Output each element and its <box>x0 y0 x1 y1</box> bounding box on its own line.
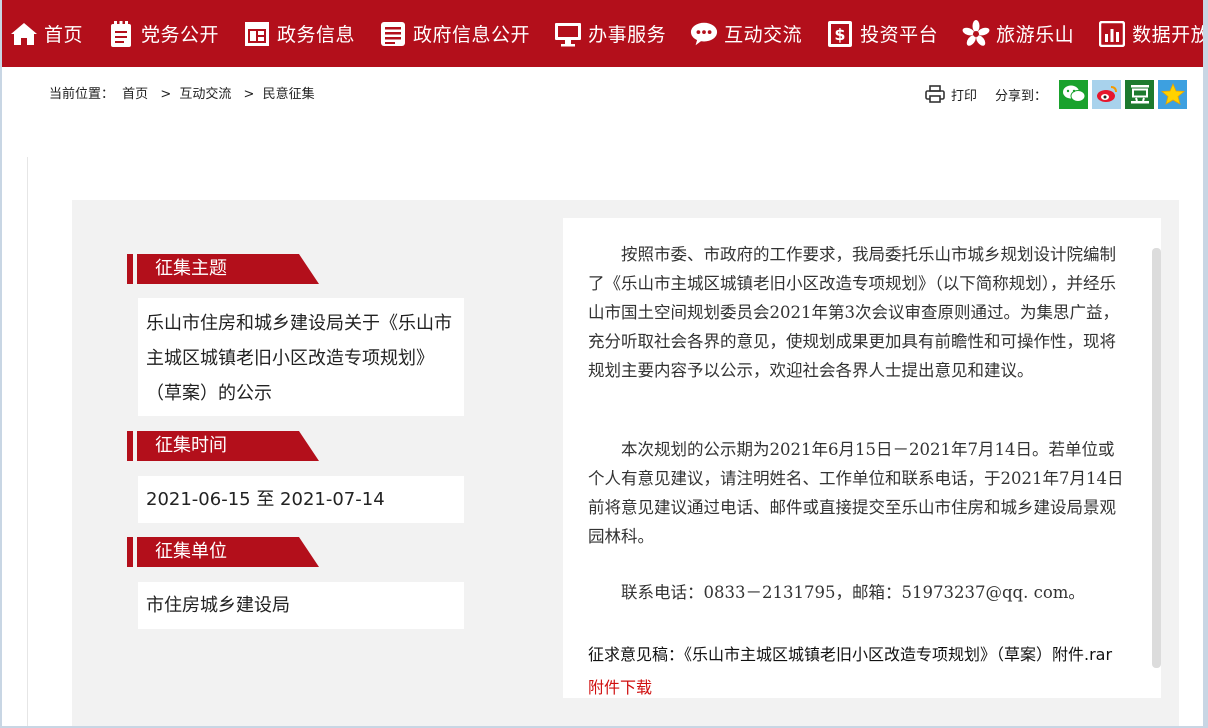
page-tools: 打印 分享到： <box>925 78 1187 110</box>
wechat-icon <box>1062 85 1085 102</box>
section-body-topic: 乐山市住房和城乡建设局关于《乐山市主城区城镇老旧小区改造专项规划》（草案）的公示 <box>138 298 464 416</box>
section-title: 征集单位 <box>137 537 319 567</box>
list-document-icon <box>379 20 407 48</box>
breadcrumb-prefix: 当前位置： <box>49 87 115 102</box>
breadcrumb-item-home[interactable]: 首页 <box>122 87 148 102</box>
share-weibo-button[interactable] <box>1092 79 1121 109</box>
qzone-star-icon <box>1160 83 1185 105</box>
bar-chart-icon <box>1098 20 1126 48</box>
section-header-bar <box>127 537 133 567</box>
nav-item-gov-disclosure[interactable]: 政府信息公开 <box>379 0 530 67</box>
nav-item-services[interactable]: 办事服务 <box>554 0 666 67</box>
nav-label: 政务信息 <box>277 24 356 46</box>
breadcrumb-separator: > <box>243 87 255 102</box>
share-wechat-button[interactable] <box>1059 79 1088 109</box>
share-label: 分享到： <box>994 88 1047 104</box>
monitor-icon <box>554 20 582 48</box>
article-paragraph: 本次规划的公示期为2021年6月15日－2021年7月14日。若单位或个人有意见… <box>588 440 1124 546</box>
notepad-icon <box>107 20 135 48</box>
section-body-time: 2021-06-15 至 2021-07-14 <box>138 476 464 523</box>
nav-label: 党务公开 <box>141 24 220 46</box>
section-title: 征集时间 <box>137 431 319 461</box>
nav-label: 互动交流 <box>724 24 803 46</box>
article-scrollbar[interactable] <box>1152 248 1161 668</box>
attachment-download-link[interactable]: 附件下载 <box>588 678 652 697</box>
window-layout-icon <box>243 20 271 48</box>
flower-icon <box>962 19 990 48</box>
content-divider <box>27 157 28 726</box>
content-panel: 征集主题 乐山市住房和城乡建设局关于《乐山市主城区城镇老旧小区改造专项规划》（草… <box>72 200 1179 726</box>
nav-label: 首页 <box>44 24 84 46</box>
section-title: 征集主题 <box>137 254 319 284</box>
attachment-line: 征求意见稿：《乐山市主城区城镇老旧小区改造专项规划》（草案）附件.rar 附件下载 <box>588 638 1118 698</box>
nav-item-tourism[interactable]: 旅游乐山 <box>962 0 1074 67</box>
nav-label: 数据开放 <box>1132 24 1203 46</box>
breadcrumb-item-opinion[interactable]: 民意征集 <box>263 87 315 102</box>
article-paragraph: 联系电话：0833－2131795，邮箱：51973237@qq. com。 <box>621 583 1085 602</box>
top-nav: 首页 党务公开 政务信息 政府信息公开 办事服务 互动交流 $ 投资平台 旅游乐… <box>2 0 1203 67</box>
share-douban-button[interactable] <box>1125 79 1154 109</box>
breadcrumb-separator: > <box>160 87 172 102</box>
nav-item-open-data[interactable]: 数据开放 <box>1098 0 1203 67</box>
section-header-bar <box>127 254 133 284</box>
section-header-unit: 征集单位 <box>127 537 319 567</box>
printer-icon <box>925 85 945 103</box>
nav-item-investment[interactable]: $ 投资平台 <box>826 0 938 67</box>
article-content: 按照市委、市政府的工作要求，我局委托乐山市城乡规划设计院编制了《乐山市主城区城镇… <box>563 218 1161 698</box>
section-header-topic: 征集主题 <box>127 254 319 284</box>
nav-item-party-affairs[interactable]: 党务公开 <box>107 0 219 67</box>
chat-bubble-icon <box>690 20 718 48</box>
nav-label: 办事服务 <box>588 24 667 46</box>
breadcrumb: 当前位置： 首页 > 互动交流 > 民意征集 <box>49 83 319 102</box>
nav-item-home[interactable]: 首页 <box>10 0 83 67</box>
nav-item-gov-info[interactable]: 政务信息 <box>243 0 355 67</box>
print-button[interactable]: 打印 <box>925 85 977 104</box>
money-document-icon: $ <box>826 20 854 48</box>
breadcrumb-item-interaction[interactable]: 互动交流 <box>179 87 231 102</box>
home-icon <box>10 20 38 48</box>
section-body-unit: 市住房城乡建设局 <box>138 582 464 629</box>
share-qzone-button[interactable] <box>1158 79 1187 109</box>
page-frame: 首页 党务公开 政务信息 政府信息公开 办事服务 互动交流 $ 投资平台 旅游乐… <box>2 0 1203 726</box>
svg-text:$: $ <box>835 25 846 44</box>
print-label: 打印 <box>950 88 977 104</box>
nav-label: 投资平台 <box>860 24 939 46</box>
section-header-bar <box>127 431 133 461</box>
weibo-icon <box>1096 86 1117 102</box>
douban-icon <box>1130 85 1149 104</box>
article-paragraph: 按照市委、市政府的工作要求，我局委托乐山市城乡规划设计院编制了《乐山市主城区城镇… <box>588 245 1119 380</box>
nav-item-interaction[interactable]: 互动交流 <box>690 0 802 67</box>
nav-label: 政府信息公开 <box>413 24 531 46</box>
attachment-text: 征求意见稿：《乐山市主城区城镇老旧小区改造专项规划》（草案）附件.rar <box>588 645 1113 664</box>
nav-label: 旅游乐山 <box>996 24 1075 46</box>
section-header-time: 征集时间 <box>127 431 319 461</box>
